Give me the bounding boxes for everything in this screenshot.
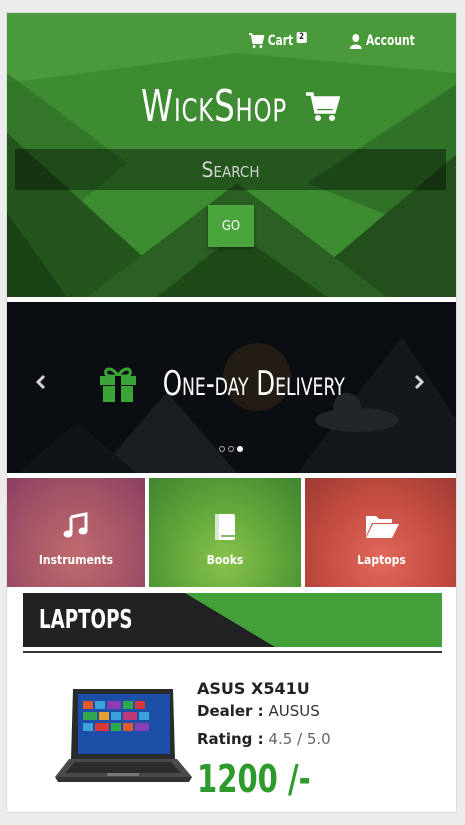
book-icon (215, 514, 235, 540)
section-title: LAPTOPS (39, 605, 133, 635)
account-link[interactable]: Account (349, 33, 415, 49)
cart-link[interactable]: Cart 2 (249, 31, 307, 49)
cart-icon (249, 33, 265, 49)
rating-label: Rating : (197, 730, 264, 748)
gift-icon (99, 367, 136, 402)
promo-carousel: One-day Delivery (7, 302, 456, 473)
rating-value: 4.5 / 5.0 (268, 730, 331, 748)
product-dealer: Dealer : AUSUS (197, 702, 320, 720)
category-books[interactable]: Books (149, 478, 301, 587)
section-divider (23, 651, 442, 653)
dealer-value: AUSUS (268, 702, 320, 720)
carousel-slide-caption: One-day Delivery (7, 364, 456, 404)
cart-label: Cart (267, 33, 294, 49)
account-label: Account (365, 33, 415, 49)
carousel-dot[interactable] (219, 446, 225, 452)
music-icon (63, 512, 88, 538)
category-label: Instruments (38, 553, 114, 567)
cart-icon (305, 91, 340, 121)
category-label: Books (206, 553, 244, 567)
page-frame: Cart 2 Account WickShop GO (6, 12, 457, 813)
carousel-indicators (219, 446, 246, 452)
hero-header: Cart 2 Account WickShop GO (7, 13, 456, 297)
category-laptops[interactable]: Laptops (305, 478, 456, 587)
top-nav: Cart 2 Account (249, 27, 456, 55)
carousel-dot[interactable] (228, 446, 234, 452)
brand-logo[interactable]: WickShop (7, 81, 456, 132)
user-icon (349, 34, 362, 49)
laptop-image (55, 689, 192, 782)
folder-open-icon (365, 516, 399, 538)
category-instruments[interactable]: Instruments (7, 478, 145, 587)
product-card[interactable]: ASUS X541U Dealer : AUSUS Rating : 4.5 /… (55, 673, 415, 803)
category-label: Laptops (357, 553, 406, 567)
brand-name: WickShop (141, 81, 288, 132)
carousel-caption-text: One-day Delivery (162, 364, 345, 404)
chevron-right-icon (414, 374, 425, 390)
product-name: ASUS X541U (197, 679, 310, 698)
category-tiles: Instruments Books Laptops (7, 478, 456, 587)
search-input[interactable] (15, 149, 446, 190)
cart-count-badge: 2 (296, 31, 307, 43)
carousel-dot-active[interactable] (237, 446, 243, 452)
product-rating: Rating : 4.5 / 5.0 (197, 730, 331, 748)
go-button[interactable]: GO (208, 205, 254, 247)
dealer-label: Dealer : (197, 702, 264, 720)
section-header: LAPTOPS (23, 593, 442, 647)
carousel-next-button[interactable] (413, 374, 425, 395)
product-price: 1200 /- (197, 757, 311, 801)
